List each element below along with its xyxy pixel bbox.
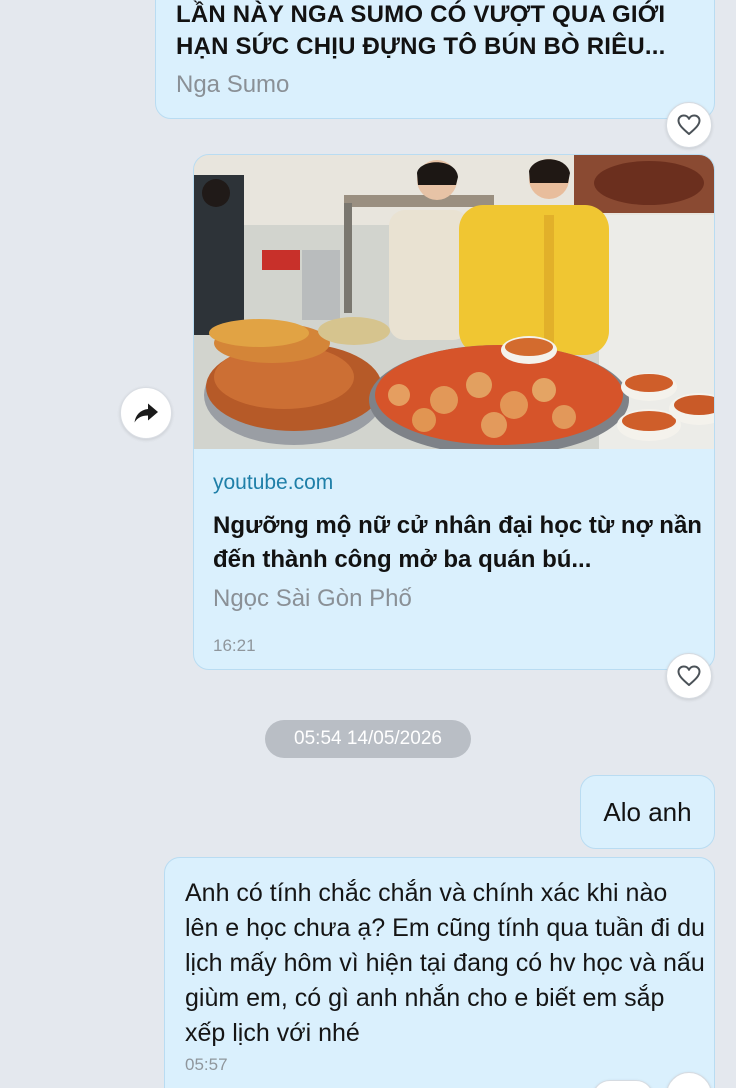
message-bubble-text[interactable]: Anh có tính chắc chắn và chính xác khi n… <box>164 857 715 1088</box>
heart-outline-icon <box>677 665 701 686</box>
link-channel: Nga Sumo <box>176 71 290 98</box>
message-text: Anh có tính chắc chắn và chính xác khi n… <box>185 879 705 1047</box>
link-domain[interactable]: youtube.com <box>213 471 333 495</box>
heart-outline-icon <box>677 114 701 135</box>
share-arrow-icon <box>134 403 158 423</box>
link-channel: Ngọc Sài Gòn Phố <box>213 585 412 612</box>
message-bubble-link-preview[interactable]: youtube.com Ngưỡng mộ nữ cử nhân đại học… <box>193 154 715 670</box>
share-button[interactable] <box>120 387 172 439</box>
message-bubble-link-preview-top[interactable]: LẦN NÀY NGA SUMO CÓ VƯỢT QUA GIỚI HẠN SỨ… <box>155 0 715 119</box>
date-separator: 05:54 14/05/2026 <box>265 720 471 758</box>
link-title[interactable]: Ngưỡng mộ nữ cử nhân đại học từ nợ nần đ… <box>213 509 703 577</box>
video-thumbnail[interactable] <box>194 155 715 449</box>
message-time: 05:57 <box>185 1055 228 1074</box>
heart-react-button[interactable] <box>666 653 712 699</box>
link-title[interactable]: LẦN NÀY NGA SUMO CÓ VƯỢT QUA GIỚI HẠN SỨ… <box>176 0 701 63</box>
message-bubble-outgoing[interactable]: Alo anh <box>580 775 715 849</box>
heart-react-button[interactable] <box>666 102 712 148</box>
message-time: 16:21 <box>213 636 256 655</box>
message-text: Alo anh <box>603 796 692 827</box>
